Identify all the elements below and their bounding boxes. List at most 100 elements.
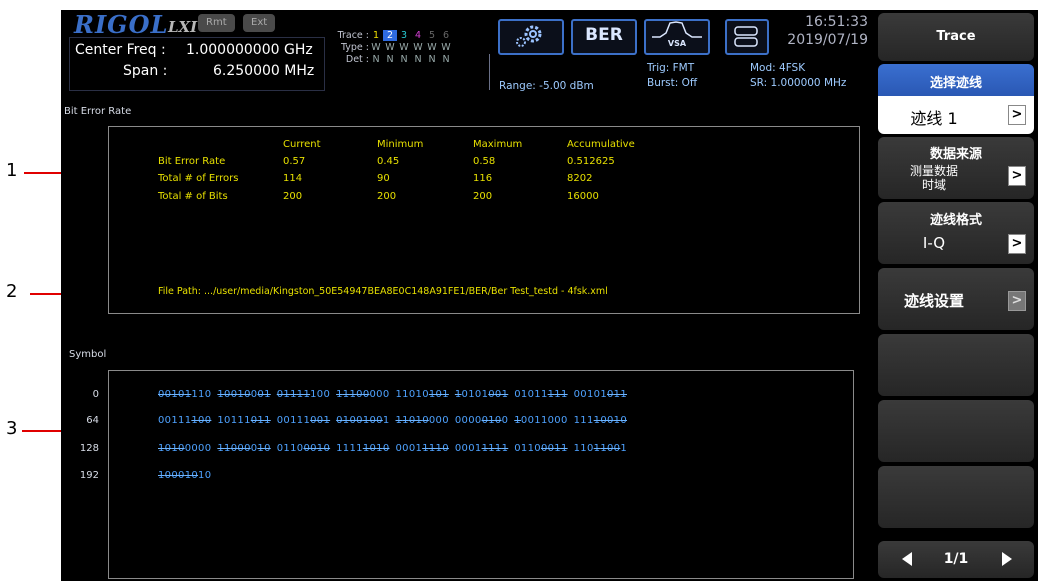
type-2: W [385, 42, 395, 53]
callout-1: 1 [6, 160, 18, 181]
symbol-row: 00111100 10111011 00111001 01001001 11010000… [158, 415, 633, 426]
center-freq-label: Center Freq : [75, 42, 166, 58]
symbol-group: 00000100 [454, 415, 509, 426]
det-6: N [442, 54, 450, 65]
select-trace-softkey[interactable]: 选择迹线 [878, 64, 1034, 96]
symbol-group: 11011001 [573, 443, 627, 454]
det-4: N [414, 54, 422, 65]
row-label: Bit Error Rate [158, 156, 226, 167]
trace-3[interactable]: 3 [397, 30, 411, 41]
status-header: RIGOL LXI Rmt Ext Center Freq : 1.000000… [61, 10, 872, 98]
det-3: N [400, 54, 408, 65]
symbol-group: 10011000 [514, 415, 568, 426]
symbol-group: 10111011 [217, 415, 271, 426]
type-3: W [399, 42, 409, 53]
span-label: Span : [123, 63, 168, 79]
row-label: Total # of Bits [158, 191, 228, 202]
symbol-index: 192 [79, 470, 99, 481]
header-divider [489, 54, 490, 90]
ber-mode-button[interactable]: BER [571, 19, 637, 55]
mod-readout: Mod: 4FSK [750, 62, 806, 74]
type-5: W [427, 42, 437, 53]
type-label: Type : [340, 42, 369, 53]
symbol-group: 10101001 [454, 389, 509, 400]
burst-readout: Burst: Off [647, 77, 698, 89]
trace-1[interactable]: 1 [369, 30, 383, 41]
settings-button[interactable] [498, 19, 564, 55]
symbol-group: 11010101 [395, 389, 449, 400]
det-label: Det : [345, 54, 369, 65]
symbol-group: 00101011 [573, 389, 627, 400]
symbol-group: 11000010 [217, 443, 271, 454]
data-source-label: 数据来源 [929, 147, 982, 162]
range-readout: Range: -5.00 dBm [499, 80, 594, 92]
bits-maximum: 200 [473, 191, 493, 202]
errors-maximum: 116 [473, 173, 493, 184]
menu-title-label: Trace [936, 29, 976, 44]
symbol-group: 10010001 [217, 389, 271, 400]
sr-readout: SR: 1.000000 MHz [750, 77, 847, 89]
vsa-mode-button[interactable]: VSA [644, 19, 710, 55]
chevron-right-icon: > [1008, 166, 1026, 186]
symbol-group: 00011110 [395, 443, 449, 454]
empty-softkey-1[interactable] [878, 334, 1034, 396]
trace-format-label: 迹线格式 [929, 213, 982, 228]
symbol-group: 00111001 [276, 415, 331, 426]
symbol-group: 01100010 [276, 443, 331, 454]
bits-accumulative: 16000 [567, 191, 599, 202]
chevron-right-icon: > [1008, 105, 1026, 125]
type-4: W [413, 42, 423, 53]
softkey-menu: Trace 选择迹线 迹线 1 > 数据来源 测量数据 时域 > 迹线格式 I-… [872, 10, 1038, 581]
ber-section-title: Bit Error Rate [64, 106, 132, 117]
symbol-group: 01001001 [336, 415, 390, 426]
trace-2[interactable]: 2 [383, 30, 397, 41]
chevron-right-icon: > [1008, 234, 1026, 254]
file-path: File Path: .../user/media/Kingston_50E54… [158, 286, 608, 297]
symbol-index: 0 [92, 389, 99, 400]
symbol-row: 00101110 10010001 01111100 11100000 11010101… [158, 389, 633, 400]
lxi-logo: LXI [168, 18, 198, 36]
symbol-group: 11111010 [336, 443, 390, 454]
trace-settings-softkey[interactable]: 迹线设置 > [878, 268, 1034, 330]
page-next-icon[interactable] [1002, 552, 1012, 566]
errors-minimum: 90 [377, 173, 390, 184]
trace-settings-label: 迹线设置 [903, 292, 964, 310]
trace-format-value: I-Q [922, 234, 946, 252]
vsa-mode-label: VSA [667, 39, 687, 48]
trace-5[interactable]: 5 [425, 30, 439, 41]
symbol-section-title: Symbol [69, 349, 107, 360]
symbol-group: 00111100 [158, 415, 212, 426]
symbol-index: 128 [79, 443, 99, 454]
trace-4[interactable]: 4 [411, 30, 425, 41]
data-source-value-2: 时域 [921, 178, 946, 192]
layout-button[interactable] [725, 19, 769, 55]
trace-format-softkey[interactable]: 迹线格式 I-Q > [878, 202, 1034, 264]
bits-current: 200 [283, 191, 303, 202]
col-accumulative: Accumulative [567, 139, 635, 150]
trace-6[interactable]: 6 [439, 30, 453, 41]
symbol-group: 00101110 [158, 389, 212, 400]
callout-2: 2 [6, 281, 18, 302]
type-1: W [371, 42, 381, 53]
menu-title: Trace [878, 13, 1034, 61]
instrument-screen: RIGOL LXI Rmt Ext Center Freq : 1.000000… [61, 10, 1038, 581]
symbol-group: 11100000 [336, 389, 390, 400]
col-minimum: Minimum [377, 139, 424, 150]
symbol-group: 01100011 [514, 443, 568, 454]
page-nav: 1/1 [878, 541, 1034, 578]
empty-softkey-2[interactable] [878, 400, 1034, 462]
bits-minimum: 200 [377, 191, 397, 202]
row-label: Total # of Errors [158, 173, 239, 184]
ber-mode-label: BER [585, 25, 623, 45]
ext-indicator: Ext [243, 14, 276, 32]
data-source-softkey[interactable]: 数据来源 测量数据 时域 > [878, 137, 1034, 199]
errors-accumulative: 8202 [567, 173, 593, 184]
empty-softkey-3[interactable] [878, 466, 1034, 528]
type-6: W [441, 42, 451, 53]
select-trace-label: 选择迹线 [929, 76, 982, 91]
select-trace-value-label: 迹线 1 [910, 109, 958, 128]
ber-maximum: 0.58 [473, 156, 496, 167]
spectrum-icon [652, 21, 702, 38]
select-trace-value[interactable]: 迹线 1 > [878, 96, 1034, 134]
ber-current: 0.57 [283, 156, 306, 167]
